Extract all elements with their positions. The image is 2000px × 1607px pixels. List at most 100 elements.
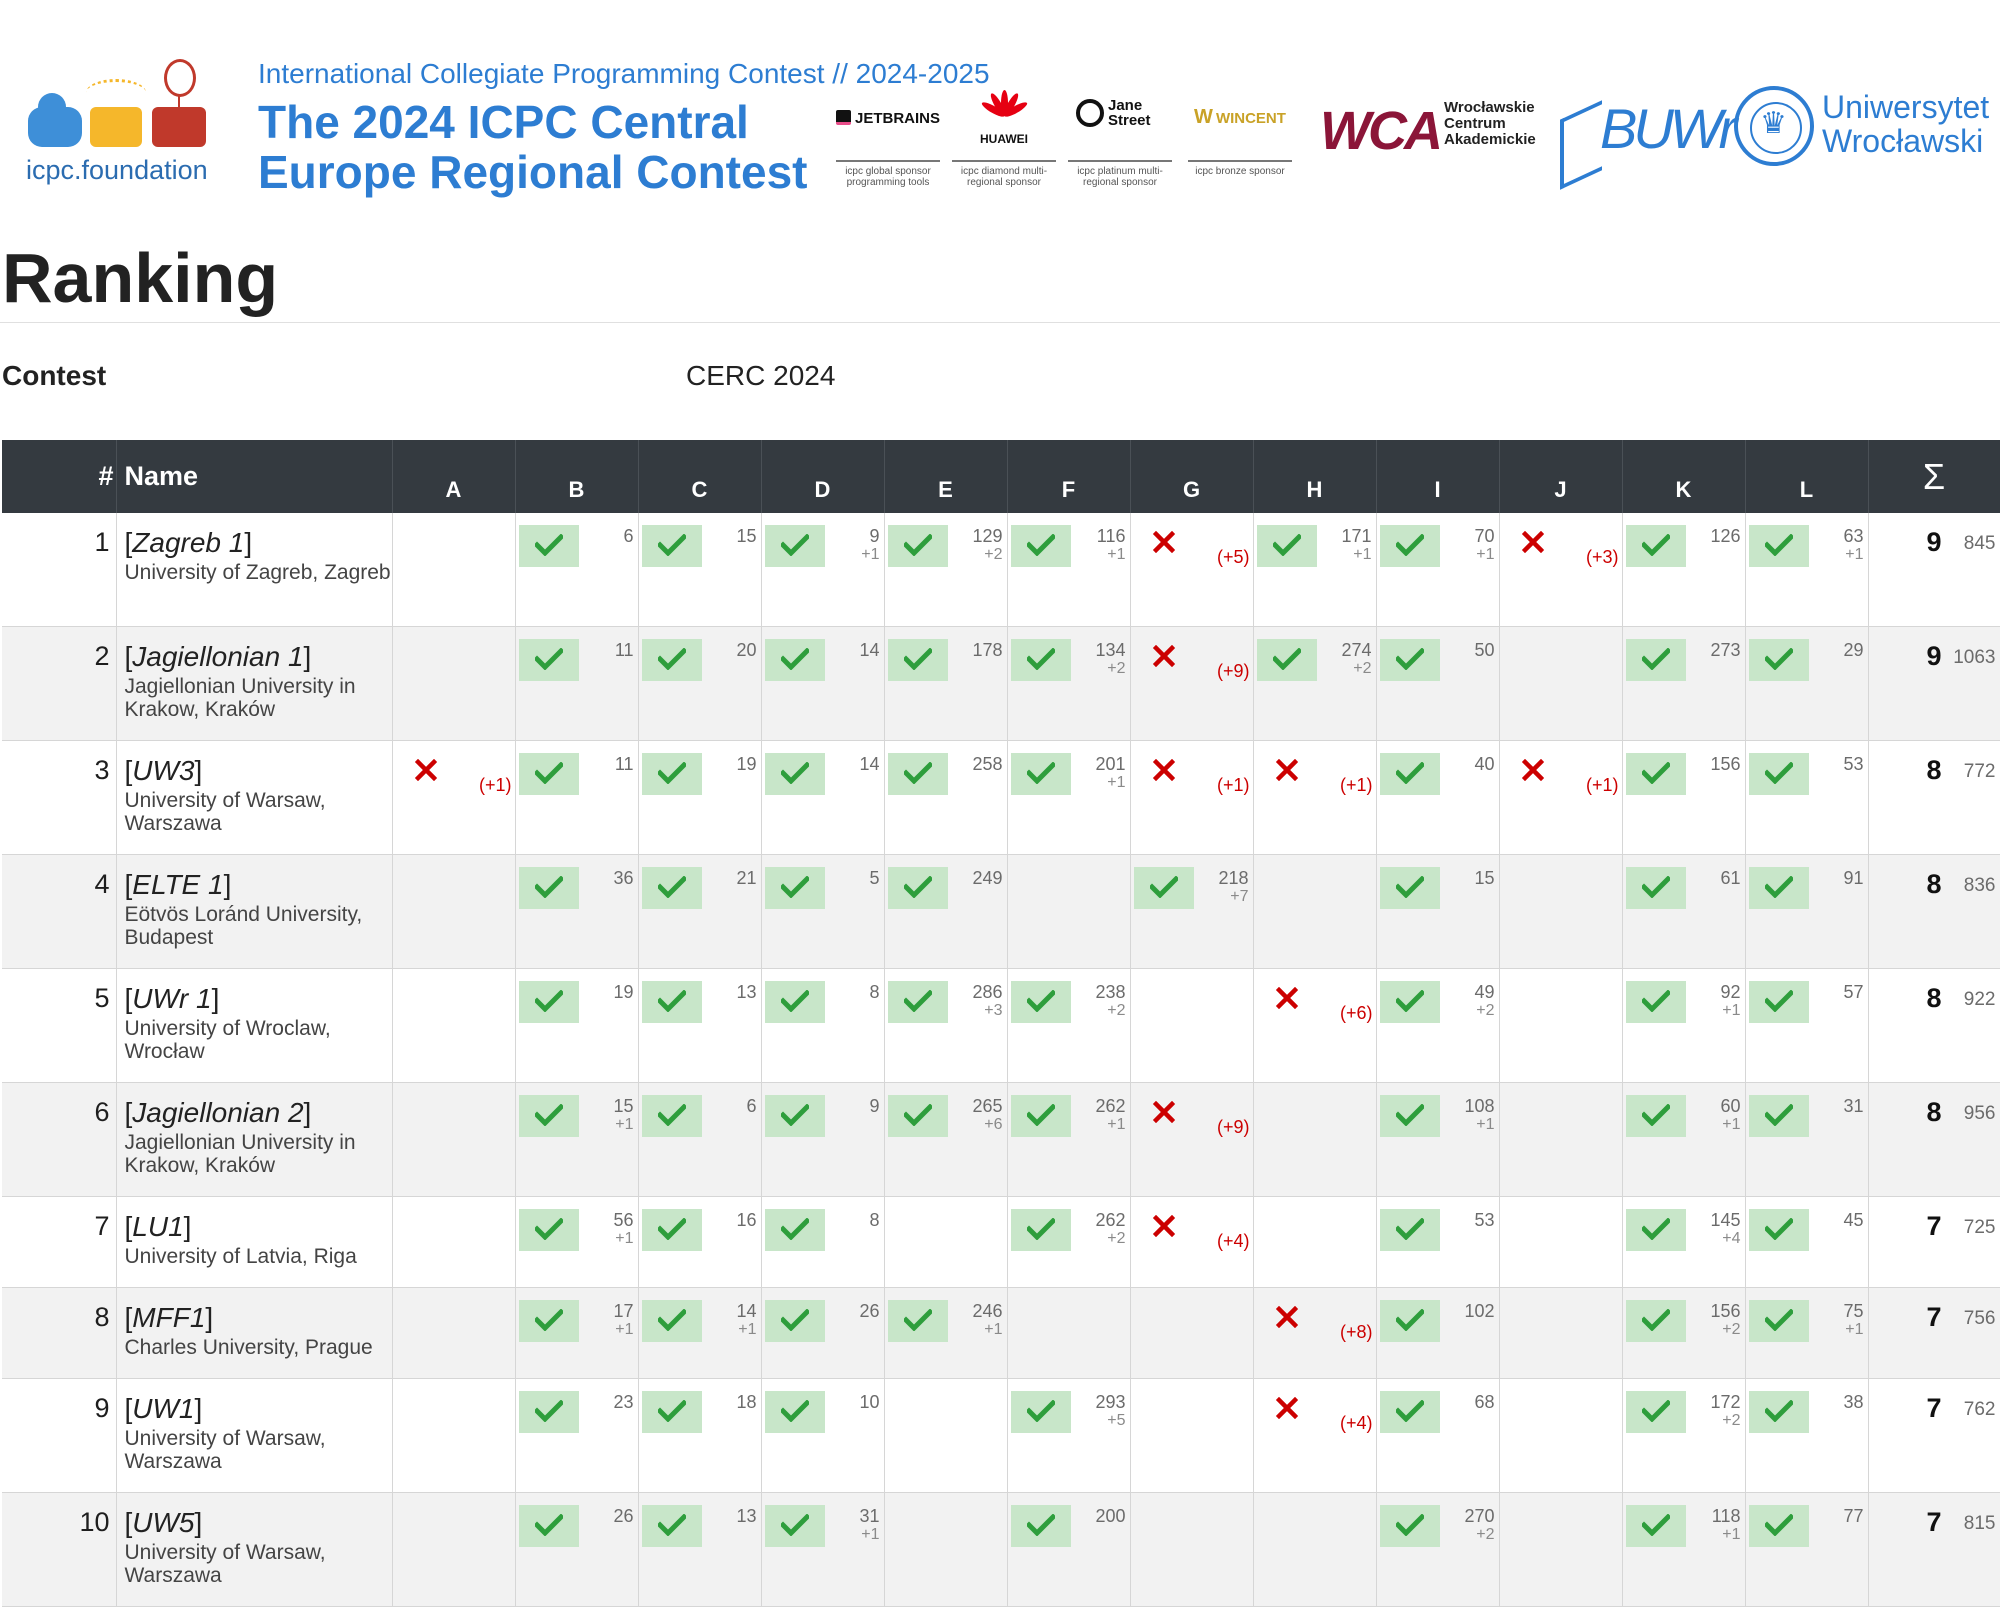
- problem-cell-b[interactable]: 11: [515, 626, 639, 741]
- problem-cell-c[interactable]: 13: [638, 1492, 762, 1607]
- problem-header-f[interactable]: F: [1007, 440, 1131, 513]
- problem-cell-j[interactable]: [1499, 1492, 1623, 1607]
- problem-cell-e[interactable]: 178: [884, 626, 1008, 741]
- problem-cell-g[interactable]: [1130, 1287, 1254, 1379]
- team-name[interactable]: ELTE 1: [132, 869, 223, 900]
- problem-cell-f[interactable]: 293 +5: [1007, 1378, 1131, 1493]
- problem-cell-c[interactable]: 6: [638, 1082, 762, 1197]
- problem-cell-e[interactable]: 265 +6: [884, 1082, 1008, 1197]
- problem-cell-k[interactable]: 60 +1: [1622, 1082, 1746, 1197]
- problem-cell-d[interactable]: 10: [761, 1378, 885, 1493]
- problem-cell-g[interactable]: (+9): [1130, 626, 1254, 741]
- problem-cell-c[interactable]: 15: [638, 513, 762, 627]
- problem-cell-h[interactable]: (+4): [1253, 1378, 1377, 1493]
- problem-header-h[interactable]: H: [1253, 440, 1377, 513]
- buwr-logo[interactable]: BUWr: [1600, 96, 1737, 161]
- problem-cell-g[interactable]: (+4): [1130, 1196, 1254, 1288]
- problem-cell-b[interactable]: 15 +1: [515, 1082, 639, 1197]
- problem-cell-j[interactable]: [1499, 1082, 1623, 1197]
- problem-cell-e[interactable]: [884, 1492, 1008, 1607]
- problem-header-e[interactable]: E: [884, 440, 1008, 513]
- team-cell[interactable]: [LU1] University of Latvia, Riga: [116, 1196, 393, 1288]
- problem-header-i[interactable]: I: [1376, 440, 1500, 513]
- problem-cell-c[interactable]: 20: [638, 626, 762, 741]
- problem-cell-g[interactable]: (+9): [1130, 1082, 1254, 1197]
- problem-header-b[interactable]: B: [515, 440, 639, 513]
- problem-header-k[interactable]: K: [1622, 440, 1746, 513]
- university-name[interactable]: Uniwersytet Wrocławski: [1822, 90, 1992, 158]
- problem-cell-i[interactable]: 53: [1376, 1196, 1500, 1288]
- problem-cell-b[interactable]: 19: [515, 968, 639, 1083]
- team-name-wrap[interactable]: [UW1]: [125, 1393, 392, 1425]
- problem-cell-d[interactable]: 31 +1: [761, 1492, 885, 1607]
- problem-cell-i[interactable]: 49 +2: [1376, 968, 1500, 1083]
- table-row[interactable]: 8 [MFF1] Charles University, Prague 17 +1 14 +…: [2, 1287, 2000, 1379]
- problem-cell-i[interactable]: 40: [1376, 740, 1500, 855]
- problem-cell-l[interactable]: 31: [1745, 1082, 1869, 1197]
- problem-cell-d[interactable]: 9 +1: [761, 513, 885, 627]
- problem-cell-e[interactable]: [884, 1196, 1008, 1288]
- problem-header-c[interactable]: C: [638, 440, 762, 513]
- team-name-wrap[interactable]: [LU1]: [125, 1211, 392, 1243]
- problem-cell-d[interactable]: 14: [761, 740, 885, 855]
- problem-cell-f[interactable]: [1007, 854, 1131, 969]
- team-cell[interactable]: [UWr 1] University of Wroclaw, Wrocław: [116, 968, 393, 1083]
- problem-cell-g[interactable]: [1130, 1378, 1254, 1493]
- wca-logo[interactable]: WCA: [1320, 100, 1443, 162]
- sponsor-jetbrains[interactable]: JETBRAINS icpc global sponsor programmin…: [830, 92, 946, 192]
- problem-cell-f[interactable]: 116 +1: [1007, 513, 1131, 627]
- problem-cell-k[interactable]: 92 +1: [1622, 968, 1746, 1083]
- team-cell[interactable]: [UW1] University of Warsaw, Warszawa: [116, 1378, 393, 1493]
- problem-cell-c[interactable]: 21: [638, 854, 762, 969]
- problem-cell-k[interactable]: 145 +4: [1622, 1196, 1746, 1288]
- problem-cell-f[interactable]: 200: [1007, 1492, 1131, 1607]
- problem-cell-f[interactable]: 134 +2: [1007, 626, 1131, 741]
- problem-cell-i[interactable]: 108 +1: [1376, 1082, 1500, 1197]
- problem-cell-c[interactable]: 16: [638, 1196, 762, 1288]
- problem-cell-i[interactable]: 15: [1376, 854, 1500, 969]
- problem-cell-c[interactable]: 18: [638, 1378, 762, 1493]
- team-name-wrap[interactable]: [UW3]: [125, 755, 392, 787]
- problem-cell-l[interactable]: 63 +1: [1745, 513, 1869, 627]
- problem-cell-g[interactable]: 218 +7: [1130, 854, 1254, 969]
- sponsor-huawei[interactable]: HUAWEI icpc diamond multi-regional spons…: [946, 90, 1062, 192]
- problem-cell-b[interactable]: 17 +1: [515, 1287, 639, 1379]
- team-name[interactable]: UWr 1: [132, 983, 211, 1014]
- problem-cell-d[interactable]: 8: [761, 968, 885, 1083]
- problem-cell-h[interactable]: [1253, 854, 1377, 969]
- problem-cell-i[interactable]: 50: [1376, 626, 1500, 741]
- problem-header-j[interactable]: J: [1499, 440, 1623, 513]
- problem-cell-h[interactable]: [1253, 1082, 1377, 1197]
- problem-cell-g[interactable]: [1130, 968, 1254, 1083]
- problem-cell-h[interactable]: (+8): [1253, 1287, 1377, 1379]
- problem-cell-a[interactable]: [392, 854, 516, 969]
- problem-cell-c[interactable]: 19: [638, 740, 762, 855]
- problem-cell-k[interactable]: 126: [1622, 513, 1746, 627]
- problem-cell-g[interactable]: (+5): [1130, 513, 1254, 627]
- problem-cell-h[interactable]: [1253, 1196, 1377, 1288]
- problem-cell-e[interactable]: 249: [884, 854, 1008, 969]
- problem-cell-e[interactable]: 129 +2: [884, 513, 1008, 627]
- problem-cell-l[interactable]: 53: [1745, 740, 1869, 855]
- problem-cell-k[interactable]: 118 +1: [1622, 1492, 1746, 1607]
- problem-cell-h[interactable]: [1253, 1492, 1377, 1607]
- problem-cell-l[interactable]: 45: [1745, 1196, 1869, 1288]
- problem-cell-a[interactable]: [392, 1196, 516, 1288]
- icpc-foundation-logo[interactable]: icpc.foundation: [24, 55, 214, 195]
- problem-header-l[interactable]: L: [1745, 440, 1869, 513]
- team-cell[interactable]: [Jagiellonian 2] Jagiellonian University …: [116, 1082, 393, 1197]
- team-name[interactable]: UW3: [132, 755, 194, 786]
- problem-cell-c[interactable]: 13: [638, 968, 762, 1083]
- problem-cell-i[interactable]: 270 +2: [1376, 1492, 1500, 1607]
- problem-cell-b[interactable]: 36: [515, 854, 639, 969]
- problem-cell-b[interactable]: 6: [515, 513, 639, 627]
- team-name[interactable]: MFF1: [132, 1302, 205, 1333]
- table-row[interactable]: 10 [UW5] University of Warsaw, Warszawa 26 1…: [2, 1492, 2000, 1607]
- problem-cell-l[interactable]: 91: [1745, 854, 1869, 969]
- problem-cell-f[interactable]: 238 +2: [1007, 968, 1131, 1083]
- problem-cell-g[interactable]: [1130, 1492, 1254, 1607]
- problem-cell-a[interactable]: [392, 513, 516, 627]
- problem-cell-f[interactable]: 201 +1: [1007, 740, 1131, 855]
- team-name-wrap[interactable]: [UWr 1]: [125, 983, 392, 1015]
- problem-cell-a[interactable]: [392, 1082, 516, 1197]
